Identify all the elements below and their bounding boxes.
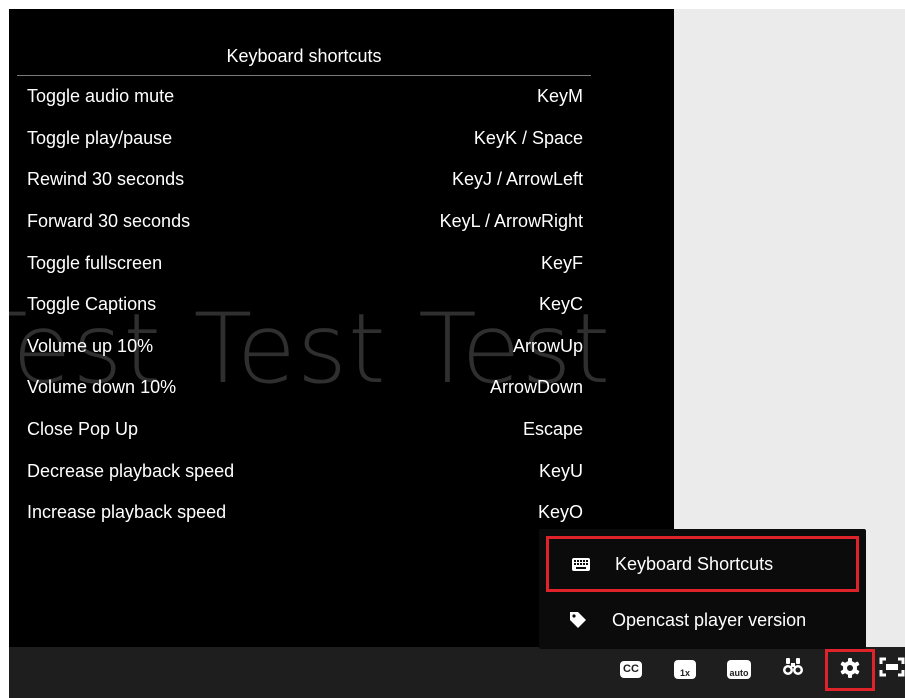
settings-menu: Keyboard Shortcuts Opencast player versi…	[539, 529, 866, 649]
shortcut-action: Increase playback speed	[27, 502, 227, 523]
shortcut-keys: Escape	[522, 419, 583, 440]
playback-rate-button[interactable]: 1x	[665, 652, 705, 686]
shortcut-row: Rewind 30 seconds KeyJ / ArrowLeft	[17, 159, 591, 201]
shortcut-action: Toggle play/pause	[27, 127, 173, 148]
quality-icon: auto	[727, 659, 751, 679]
find-button[interactable]	[773, 652, 813, 686]
shortcut-keys: ArrowDown	[489, 377, 583, 398]
shortcut-action: Toggle Captions	[27, 294, 157, 315]
menu-item-label: Keyboard Shortcuts	[615, 553, 774, 574]
shortcut-keys: KeyC	[538, 294, 583, 315]
shortcut-row: Forward 30 seconds KeyL / ArrowRight	[17, 201, 591, 243]
shortcut-row: Toggle play/pause KeyK / Space	[17, 118, 591, 160]
shortcut-keys: KeyF	[540, 252, 583, 273]
captions-button[interactable]: CC	[611, 652, 651, 686]
shortcut-keys: KeyK / Space	[473, 127, 583, 148]
menu-item-player-version[interactable]: Opencast player version	[546, 592, 859, 648]
shortcut-row: Toggle fullscreen KeyF	[17, 242, 591, 284]
shortcut-keys: KeyJ / ArrowLeft	[451, 169, 583, 190]
shortcut-row: Toggle Captions KeyC	[17, 284, 591, 326]
shortcut-action: Forward 30 seconds	[27, 211, 191, 232]
shortcut-action: Volume up 10%	[27, 335, 154, 356]
settings-button[interactable]	[825, 649, 875, 691]
shortcut-action: Toggle audio mute	[27, 86, 175, 107]
fullscreen-icon	[879, 657, 905, 682]
shortcut-keys: KeyU	[538, 460, 583, 481]
video-player: Test Test Test Keyboard shortcuts Toggle…	[9, 9, 905, 698]
shortcut-keys: KeyL / ArrowRight	[439, 211, 583, 232]
gear-icon	[840, 657, 860, 683]
shortcut-action: Decrease playback speed	[27, 460, 235, 481]
shortcut-keys: KeyO	[537, 502, 583, 523]
captions-icon: CC	[620, 660, 642, 678]
shortcut-action: Close Pop Up	[27, 419, 139, 440]
keyboard-shortcuts-panel: Keyboard shortcuts Toggle audio mute KeyM…	[17, 37, 591, 534]
shortcut-list: Toggle audio mute KeyM Toggle play/pause Ke…	[17, 76, 591, 534]
player-controls: CC 1x auto	[609, 649, 905, 691]
shortcut-keys: ArrowUp	[512, 335, 583, 356]
menu-item-label: Opencast player version	[612, 609, 807, 630]
fullscreen-button[interactable]	[879, 652, 905, 686]
shortcut-action: Rewind 30 seconds	[27, 169, 185, 190]
tag-icon	[554, 611, 602, 629]
shortcut-row: Increase playback speed KeyO	[17, 492, 591, 534]
shortcut-keys: KeyM	[536, 86, 583, 107]
shortcut-action: Volume down 10%	[27, 377, 177, 398]
quality-button[interactable]: auto	[719, 652, 759, 686]
shortcut-row: Volume up 10% ArrowUp	[17, 326, 591, 368]
keyboard-shortcuts-title: Keyboard shortcuts	[17, 37, 591, 76]
binoculars-icon	[783, 657, 803, 681]
shortcut-action: Toggle fullscreen	[27, 252, 163, 273]
menu-item-keyboard-shortcuts[interactable]: Keyboard Shortcuts	[546, 536, 859, 592]
shortcut-row: Decrease playback speed KeyU	[17, 450, 591, 492]
shortcut-row: Volume down 10% ArrowDown	[17, 367, 591, 409]
playback-rate-icon: 1x	[674, 659, 696, 679]
shortcut-row: Close Pop Up Escape	[17, 409, 591, 451]
keyboard-icon	[557, 557, 605, 571]
shortcut-row: Toggle audio mute KeyM	[17, 76, 591, 118]
